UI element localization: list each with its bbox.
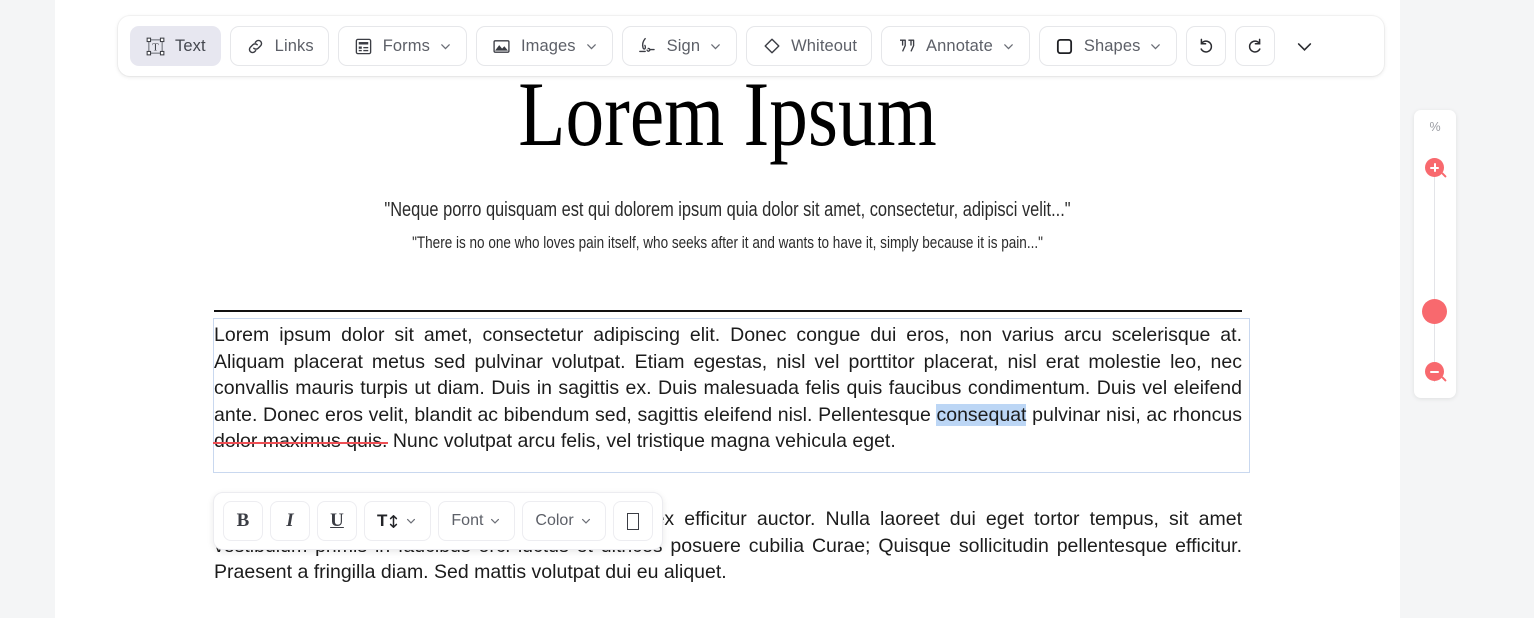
chevron-down-icon [709, 40, 722, 53]
redo-button[interactable] [1235, 26, 1276, 66]
paragraph-one-text-between: pulvinar nisi, ac rhoncus [1026, 403, 1242, 426]
paragraph-two-line-4: dui eu aliquet. [605, 561, 727, 584]
minus-glyph [1430, 367, 1439, 376]
toolbar-item-text-label: Text [175, 36, 206, 55]
toolbar-item-sign-label: Sign [666, 36, 701, 55]
text-box-icon: T [145, 36, 166, 57]
toolbar-item-forms[interactable]: Forms [337, 26, 467, 66]
text-size-icon: T [377, 511, 399, 531]
horizontal-rule [214, 310, 1242, 312]
form-icon [353, 36, 374, 57]
italic-label: I [286, 510, 294, 531]
color-label: Color [535, 512, 574, 529]
image-icon [491, 36, 512, 57]
toolbar-item-shapes-label: Shapes [1083, 36, 1141, 55]
zoom-in-icon[interactable] [1425, 158, 1444, 177]
selected-word[interactable]: consequat [936, 403, 1027, 426]
toolbar-item-images-label: Images [520, 36, 576, 55]
zoom-slider-handle[interactable] [1422, 299, 1447, 324]
toolbar-item-forms-label: Forms [382, 36, 430, 55]
toolbar-item-whiteout[interactable]: Whiteout [746, 26, 873, 66]
toolbar-item-links-label: Links [274, 36, 314, 55]
chevron-down-icon [1294, 36, 1315, 57]
chevron-down-icon [405, 515, 418, 528]
chevron-down-icon [489, 515, 502, 528]
chevron-down-icon [580, 515, 593, 528]
toolbar-item-sign[interactable]: Sign [621, 26, 738, 66]
paragraph-one[interactable]: Lorem ipsum dolor sit amet, consectetur … [214, 322, 1242, 455]
strikethrough-text: dolor maximus quis. [214, 430, 388, 453]
toolbar-more-button[interactable] [1284, 26, 1324, 66]
bold-label: B [236, 510, 250, 531]
signature-icon [637, 36, 658, 57]
main-toolbar: T Text Links Forms Images Sign Whiteout … [118, 16, 1384, 76]
document-title: Lorem Ipsum [518, 63, 937, 165]
toolbar-item-text[interactable]: T Text [130, 26, 221, 66]
svg-text:T: T [152, 42, 159, 53]
italic-button[interactable]: I [270, 501, 310, 541]
font-button[interactable]: Font [438, 501, 516, 541]
redo-icon [1245, 36, 1266, 57]
quote-marks-icon [896, 36, 917, 57]
eraser-icon [761, 36, 782, 57]
zoom-slider-track[interactable] [1434, 172, 1435, 382]
toolbar-item-whiteout-label: Whiteout [791, 36, 858, 55]
quote-latin: "Neque porro quisquam est qui dolorem ip… [384, 199, 1071, 221]
quote-english: "There is no one who loves pain itself, … [412, 234, 1043, 252]
toolbar-item-annotate-label: Annotate [926, 36, 993, 55]
square-icon [1054, 36, 1075, 57]
chevron-down-icon [585, 40, 598, 53]
toolbar-item-annotate[interactable]: Annotate [881, 26, 1030, 66]
plus-glyph [1430, 163, 1439, 172]
zoom-out-icon[interactable] [1425, 362, 1444, 381]
color-button[interactable]: Color [522, 501, 606, 541]
chevron-down-icon [439, 40, 452, 53]
undo-button[interactable] [1186, 26, 1227, 66]
chevron-down-icon [1149, 40, 1162, 53]
toolbar-item-images[interactable]: Images [475, 26, 613, 66]
link-icon [245, 36, 266, 57]
text-format-toolbar: B I U T Font Color [213, 492, 663, 550]
underline-label: U [330, 510, 344, 531]
toolbar-item-links[interactable]: Links [229, 26, 329, 66]
font-label: Font [451, 512, 484, 529]
text-size-label: T [377, 511, 388, 530]
bold-button[interactable]: B [223, 501, 263, 541]
pdf-editor-app: Lorem Ipsum "Neque porro quisquam est qu… [0, 0, 1534, 618]
underline-button[interactable]: U [317, 501, 357, 541]
toolbar-item-shapes[interactable]: Shapes [1038, 26, 1178, 66]
undo-icon [1196, 36, 1217, 57]
paragraph-one-text-after: Nunc volutpat arcu felis, vel tristique … [387, 430, 896, 453]
zoom-panel: % [1414, 110, 1456, 398]
text-size-button[interactable]: T [364, 501, 432, 541]
chevron-down-icon [1002, 40, 1015, 53]
missing-glyph-button[interactable] [612, 501, 653, 541]
zoom-percent-label: % [1429, 120, 1441, 134]
missing-glyph-icon [626, 512, 639, 530]
